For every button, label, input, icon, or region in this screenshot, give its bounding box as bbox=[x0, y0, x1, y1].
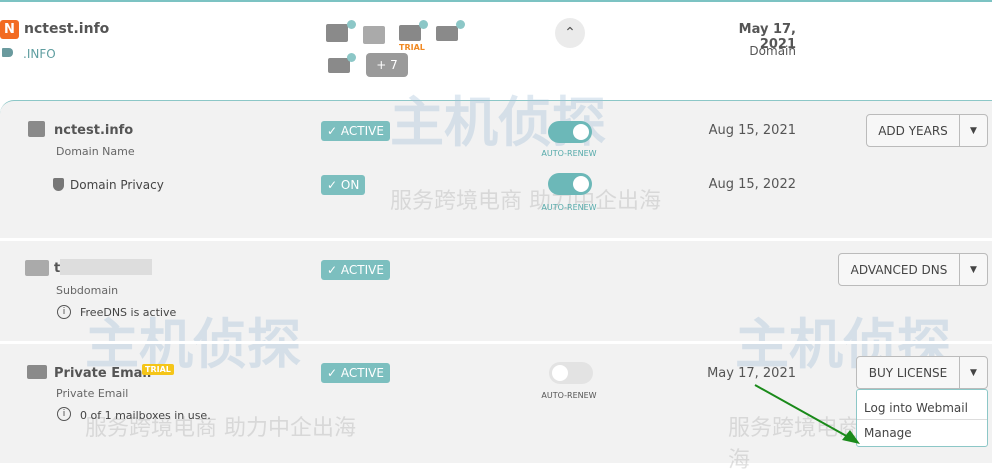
top-border bbox=[0, 0, 992, 2]
row-sub: Domain Name bbox=[56, 145, 135, 158]
email-icon bbox=[27, 365, 47, 379]
menu-item-manage[interactable]: Manage bbox=[857, 419, 987, 448]
email-icon[interactable] bbox=[399, 25, 421, 41]
more-products-button[interactable]: + 7 bbox=[366, 53, 408, 77]
annotation-arrow bbox=[754, 384, 860, 444]
status-badge: ✓ ACTIVE bbox=[321, 363, 390, 383]
status-badge: ✓ ACTIVE bbox=[321, 260, 390, 280]
home-icon bbox=[28, 121, 45, 137]
product-type: Domain bbox=[749, 44, 796, 58]
toggle-label: AUTO-RENEW bbox=[541, 391, 597, 400]
caret-down-icon[interactable]: ▼ bbox=[959, 254, 987, 285]
brand-logo: N bbox=[0, 20, 19, 39]
redacted-blur bbox=[60, 259, 152, 275]
divider bbox=[0, 238, 992, 241]
row-date: May 17, 2021 bbox=[707, 366, 796, 381]
tld-label: .INFO bbox=[23, 47, 56, 61]
advanced-dns-button[interactable]: ADVANCED DNS ▼ bbox=[838, 253, 988, 286]
row-name: Domain Privacy bbox=[70, 178, 164, 192]
status-badge: ✓ ON bbox=[321, 175, 366, 195]
toggle-label: AUTO-RENEW bbox=[541, 149, 597, 158]
row-name: nctest.info bbox=[54, 123, 134, 138]
row-date: Aug 15, 2022 bbox=[708, 177, 796, 192]
server-icon[interactable] bbox=[328, 58, 350, 73]
toggle-label: AUTO-RENEW bbox=[541, 203, 597, 212]
collapse-chevron-button[interactable]: ⌃ bbox=[555, 18, 585, 48]
info-icon: i bbox=[57, 305, 71, 319]
caret-down-icon[interactable]: ▼ bbox=[959, 115, 987, 146]
info-text: FreeDNS is active bbox=[80, 306, 177, 319]
status-dot bbox=[419, 20, 428, 29]
auto-renew-toggle[interactable] bbox=[549, 362, 593, 384]
menu-item-log-into-webmail[interactable]: Log into Webmail bbox=[857, 390, 987, 419]
actions-dropdown-menu: Log into Webmail Manage bbox=[856, 389, 988, 447]
info-text: 0 of 1 mailboxes in use. bbox=[80, 409, 211, 422]
trial-badge: TRIAL bbox=[142, 364, 174, 375]
row-name: Private Email bbox=[54, 366, 152, 381]
domain-name[interactable]: nctest.info bbox=[24, 21, 109, 37]
info-icon: i bbox=[57, 407, 71, 421]
domain-privacy-icon[interactable] bbox=[326, 24, 348, 42]
tag-icon bbox=[2, 48, 13, 57]
buy-license-button[interactable]: BUY LICENSE ▼ bbox=[856, 356, 988, 389]
row-sub: Subdomain bbox=[56, 284, 119, 297]
caret-down-icon[interactable]: ▼ bbox=[959, 357, 987, 388]
divider bbox=[0, 341, 992, 344]
button-label[interactable]: BUY LICENSE bbox=[857, 357, 959, 388]
status-dot bbox=[347, 53, 356, 62]
button-label[interactable]: ADVANCED DNS bbox=[839, 254, 959, 285]
shield-icon bbox=[53, 178, 64, 191]
auto-renew-toggle[interactable] bbox=[548, 121, 592, 143]
auto-renew-toggle[interactable] bbox=[548, 173, 592, 195]
trial-label: TRIAL bbox=[399, 43, 425, 52]
row-date: Aug 15, 2021 bbox=[708, 123, 796, 138]
status-dot bbox=[347, 20, 356, 29]
subdomain-icon[interactable] bbox=[363, 26, 385, 44]
status-dot bbox=[456, 20, 465, 29]
status-badge: ✓ ACTIVE bbox=[321, 121, 390, 141]
row-sub: Private Email bbox=[56, 387, 129, 400]
server-icon[interactable] bbox=[436, 26, 458, 41]
subdomain-icon bbox=[25, 260, 49, 276]
button-label[interactable]: ADD YEARS bbox=[867, 115, 959, 146]
add-years-button[interactable]: ADD YEARS ▼ bbox=[866, 114, 988, 147]
